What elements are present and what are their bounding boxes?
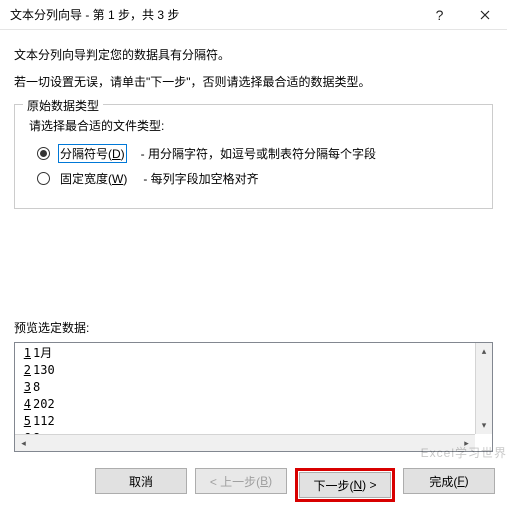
radio-icon [37,172,50,185]
scroll-left-icon: ◂ [15,435,32,452]
vertical-scrollbar[interactable]: ▴ ▾ [475,343,492,434]
preview-label: 预览选定数据: [14,319,493,336]
button-bar: 取消 < 上一步(B) 下一步(N) > 完成(F) [0,452,507,514]
titlebar: 文本分列向导 - 第 1 步，共 3 步 ? [0,0,507,30]
finish-button[interactable]: 完成(F) [403,468,495,494]
help-button[interactable]: ? [417,0,462,30]
scroll-right-icon: ▸ [458,435,475,452]
radio-fixed-desc: - 每列字段加空格对齐 [143,170,258,187]
close-button[interactable] [462,0,507,30]
data-type-group: 原始数据类型 请选择最合适的文件类型: 分隔符号(D) - 用分隔字符，如逗号或… [14,104,493,209]
next-button[interactable]: 下一步(N) > [299,472,391,498]
radio-fixed-width[interactable]: 固定宽度(W) - 每列字段加空格对齐 [37,169,480,188]
intro-text-1: 文本分列向导判定您的数据具有分隔符。 [14,46,493,63]
cancel-button[interactable]: 取消 [95,468,187,494]
dialog-content: 文本分列向导判定您的数据具有分隔符。 若一切设置无误，请单击"下一步"，否则请选… [0,30,507,452]
close-icon [480,10,490,20]
preview-row: 38 [17,379,492,396]
scroll-down-icon: ▾ [476,417,493,434]
radio-delimited-desc: - 用分隔字符，如逗号或制表符分隔每个字段 [141,145,376,162]
preview-row: 4202 [17,396,492,413]
back-button: < 上一步(B) [195,468,287,494]
radio-icon [37,147,50,160]
intro-text-2: 若一切设置无误，请单击"下一步"，否则请选择最合适的数据类型。 [14,73,493,90]
group-legend: 原始数据类型 [23,97,103,114]
radio-fixed-label: 固定宽度(W) [58,169,129,188]
horizontal-scrollbar[interactable]: ◂ ▸ [15,434,475,451]
preview-row: 2130 [17,362,492,379]
radio-delimited[interactable]: 分隔符号(D) - 用分隔字符，如逗号或制表符分隔每个字段 [37,144,480,163]
group-prompt: 请选择最合适的文件类型: [29,117,480,134]
preview-row: 5112 [17,413,492,430]
next-button-highlight: 下一步(N) > [295,468,395,502]
scroll-up-icon: ▴ [476,343,493,360]
preview-row: 11月 [17,345,492,362]
window-title: 文本分列向导 - 第 1 步，共 3 步 [10,6,417,23]
preview-box: 11月 2130 38 4202 5112 68 ▴ ▾ ◂ ▸ [14,342,493,452]
radio-delimited-label: 分隔符号(D) [58,144,127,163]
